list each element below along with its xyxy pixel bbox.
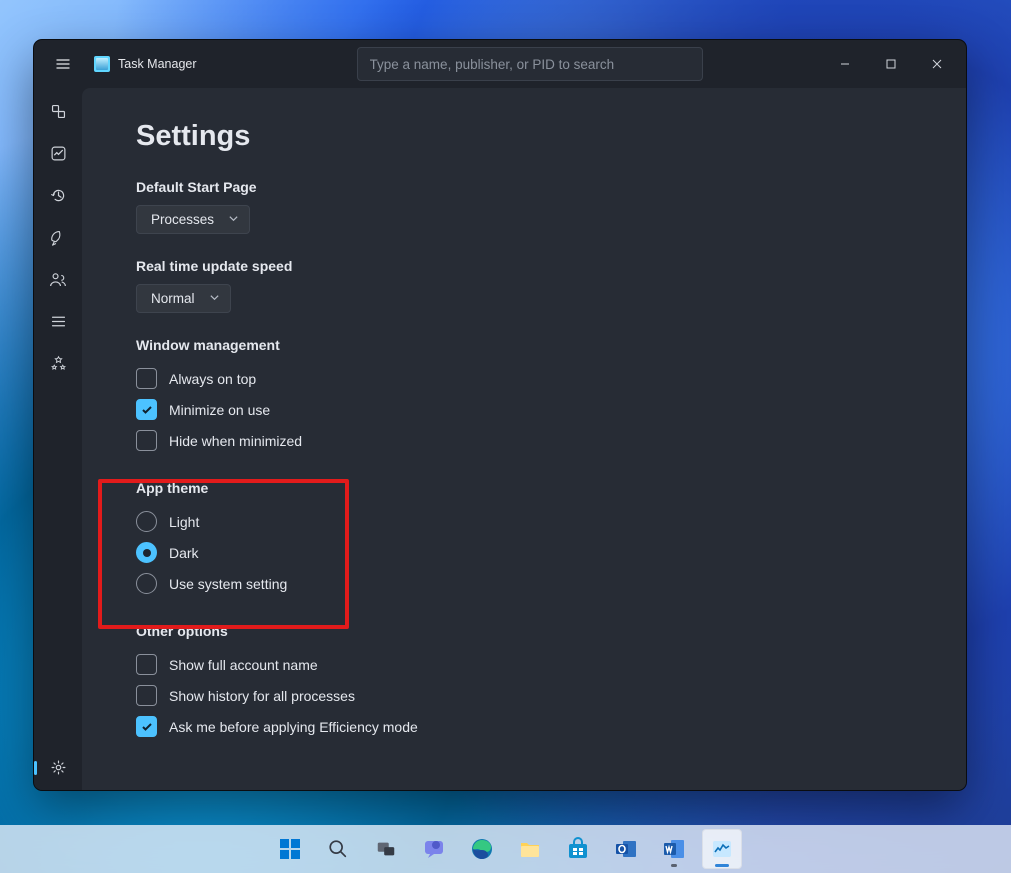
radio-theme-light[interactable]: Light	[136, 506, 966, 537]
settings-content: Settings Default Start Page Processes Re…	[82, 88, 966, 790]
services-icon	[50, 355, 67, 372]
radio-label: Dark	[169, 545, 199, 561]
radio-icon	[136, 511, 157, 532]
checkbox-icon	[136, 430, 157, 451]
section-label: Default Start Page	[136, 179, 966, 195]
details-icon	[50, 313, 67, 330]
close-button[interactable]	[914, 48, 960, 80]
edge-icon	[470, 837, 494, 861]
desktop-background: Task Manager	[0, 0, 1011, 873]
app-icon	[94, 56, 110, 72]
task-manager-icon	[710, 837, 734, 861]
performance-icon	[50, 145, 67, 162]
radio-theme-dark[interactable]: Dark	[136, 537, 966, 568]
sidebar-item-startup-apps[interactable]	[39, 220, 77, 254]
section-label: App theme	[136, 480, 966, 496]
word-icon	[662, 837, 686, 861]
checkbox-icon	[136, 654, 157, 675]
checkbox-hide-when-minimized[interactable]: Hide when minimized	[136, 425, 966, 456]
page-title: Settings	[136, 120, 966, 153]
sidebar-item-users[interactable]	[39, 262, 77, 296]
taskbar-file-explorer-button[interactable]	[510, 829, 550, 869]
gear-icon	[50, 759, 67, 776]
checkbox-icon	[136, 685, 157, 706]
checkbox-label: Hide when minimized	[169, 433, 302, 449]
taskbar-chat-button[interactable]	[414, 829, 454, 869]
checkbox-label: Ask me before applying Efficiency mode	[169, 719, 418, 735]
taskbar-task-manager-button[interactable]	[702, 829, 742, 869]
history-icon	[50, 187, 67, 204]
taskbar-start-button[interactable]	[270, 829, 310, 869]
processes-icon	[50, 103, 67, 120]
update-speed-dropdown[interactable]: Normal	[136, 284, 231, 313]
chat-icon	[422, 837, 446, 861]
checkbox-label: Show full account name	[169, 657, 318, 673]
checkbox-full-account-name[interactable]: Show full account name	[136, 649, 966, 680]
sidebar-item-app-history[interactable]	[39, 178, 77, 212]
default-start-page-dropdown[interactable]: Processes	[136, 205, 250, 234]
taskbar-store-button[interactable]	[558, 829, 598, 869]
chevron-down-icon	[209, 291, 220, 306]
search-input[interactable]	[357, 47, 703, 81]
outlook-icon	[614, 837, 638, 861]
checkbox-history-all-processes[interactable]: Show history for all processes	[136, 680, 966, 711]
section-app-theme: App theme Light Dark Use system setting	[136, 480, 966, 599]
sidebar-item-settings[interactable]	[39, 750, 77, 784]
minimize-button[interactable]	[822, 48, 868, 80]
sidebar-item-details[interactable]	[39, 304, 77, 338]
radio-icon	[136, 573, 157, 594]
radio-label: Use system setting	[169, 576, 287, 592]
section-label: Real time update speed	[136, 258, 966, 274]
sidebar-item-processes[interactable]	[39, 94, 77, 128]
task-manager-window: Task Manager	[34, 40, 966, 790]
store-icon	[566, 837, 590, 861]
checkbox-icon	[136, 399, 157, 420]
chevron-down-icon	[228, 212, 239, 227]
checkbox-label: Show history for all processes	[169, 688, 355, 704]
checkbox-label: Always on top	[169, 371, 256, 387]
search-box	[357, 47, 677, 81]
task-view-icon	[375, 838, 397, 860]
dropdown-value: Normal	[151, 291, 195, 306]
section-update-speed: Real time update speed Normal	[136, 258, 966, 313]
section-window-management: Window management Always on top Minimize…	[136, 337, 966, 456]
checkbox-ask-efficiency-mode[interactable]: Ask me before applying Efficiency mode	[136, 711, 966, 742]
sidebar-item-performance[interactable]	[39, 136, 77, 170]
sidebar-item-services[interactable]	[39, 346, 77, 380]
radio-icon	[136, 542, 157, 563]
section-default-start-page: Default Start Page Processes	[136, 179, 966, 234]
checkbox-minimize-on-use[interactable]: Minimize on use	[136, 394, 966, 425]
users-icon	[49, 271, 67, 288]
section-label: Other options	[136, 623, 966, 639]
checkbox-icon	[136, 368, 157, 389]
taskbar-search-button[interactable]	[318, 829, 358, 869]
checkbox-always-on-top[interactable]: Always on top	[136, 363, 966, 394]
taskbar-word-button[interactable]	[654, 829, 694, 869]
checkbox-icon	[136, 716, 157, 737]
titlebar: Task Manager	[34, 40, 966, 88]
radio-theme-system[interactable]: Use system setting	[136, 568, 966, 599]
windows-start-icon	[278, 837, 302, 861]
taskbar-outlook-button[interactable]	[606, 829, 646, 869]
checkbox-label: Minimize on use	[169, 402, 270, 418]
taskbar-edge-button[interactable]	[462, 829, 502, 869]
startup-icon	[49, 229, 68, 246]
window-controls	[822, 48, 962, 80]
maximize-button[interactable]	[868, 48, 914, 80]
app-title: Task Manager	[118, 57, 197, 71]
taskbar-task-view-button[interactable]	[366, 829, 406, 869]
search-icon	[327, 838, 349, 860]
section-label: Window management	[136, 337, 966, 353]
sidebar	[34, 88, 82, 790]
section-other-options: Other options Show full account name Sho…	[136, 623, 966, 742]
hamburger-menu-button[interactable]	[46, 47, 80, 81]
taskbar	[0, 825, 1011, 873]
dropdown-value: Processes	[151, 212, 214, 227]
folder-icon	[518, 837, 542, 861]
radio-label: Light	[169, 514, 199, 530]
